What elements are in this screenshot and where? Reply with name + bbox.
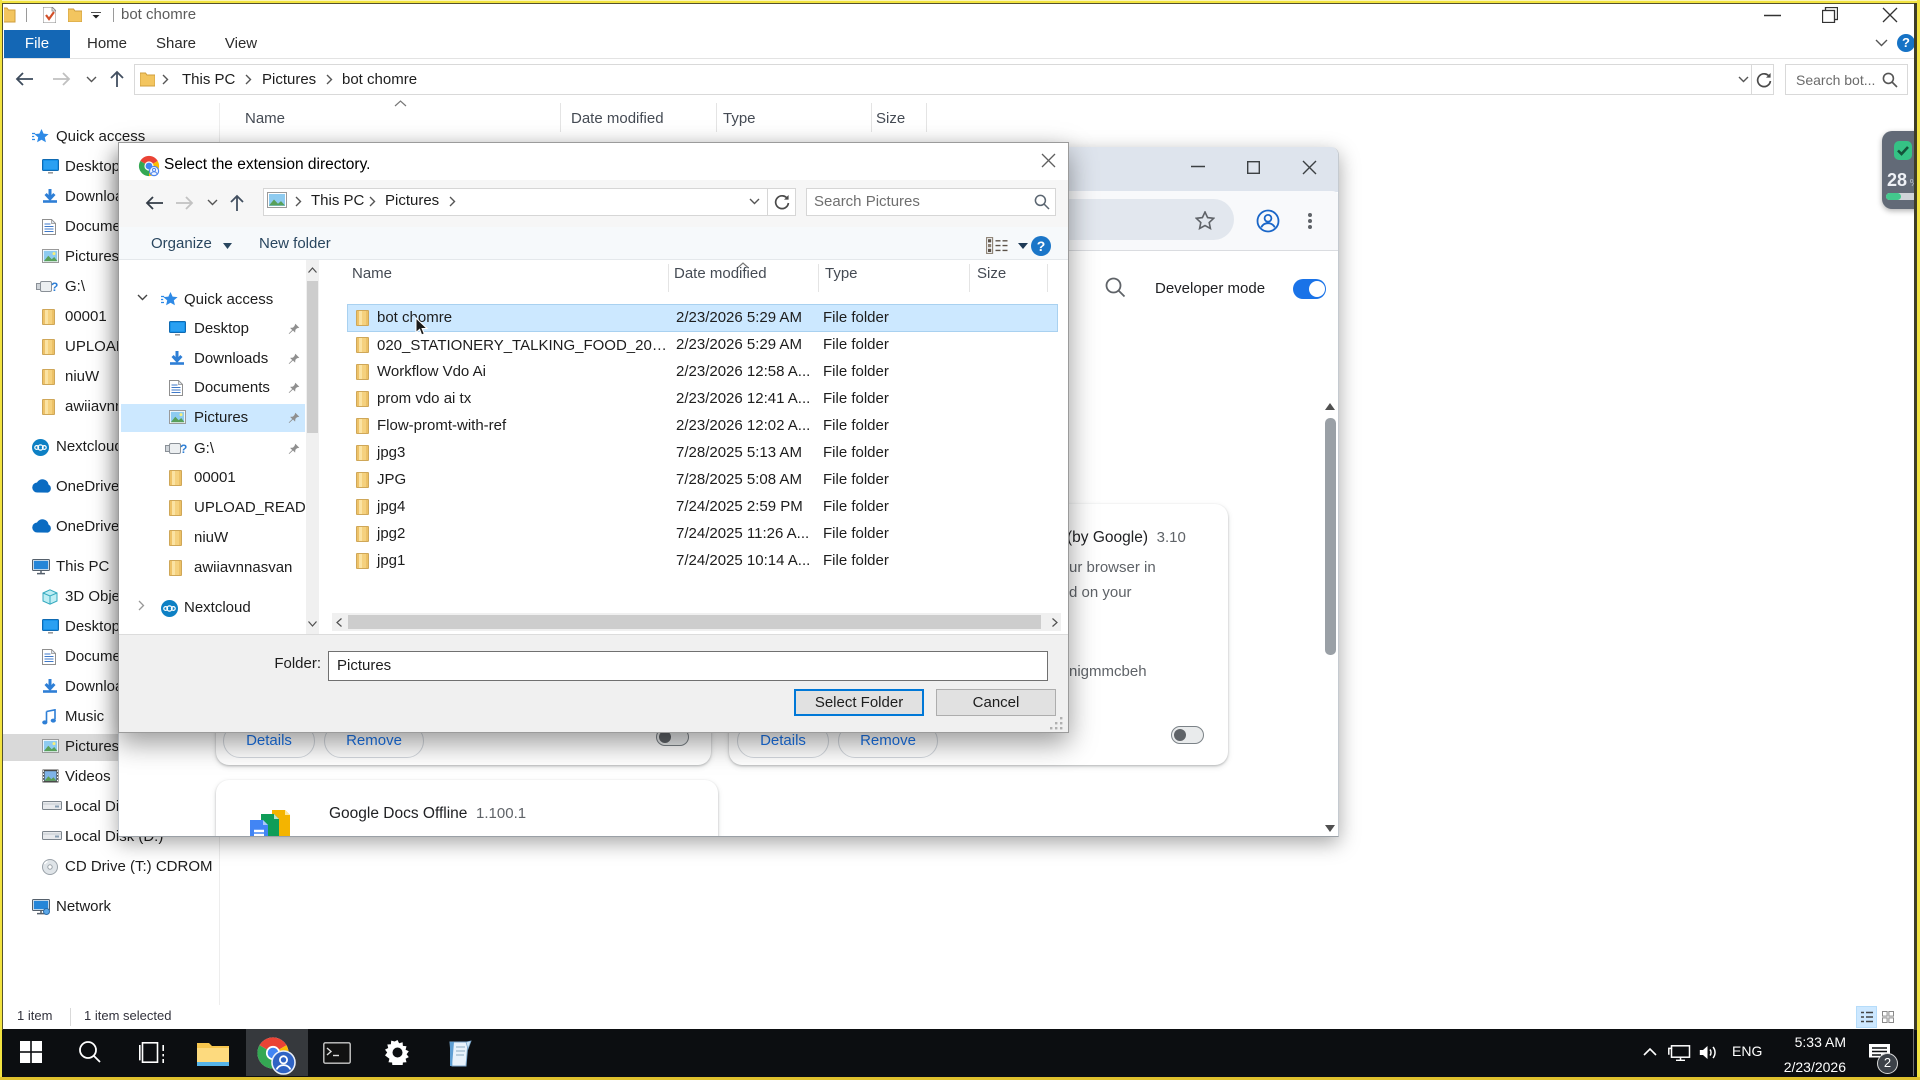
- svg-text:?: ?: [51, 280, 58, 293]
- svg-text:?: ?: [180, 442, 187, 455]
